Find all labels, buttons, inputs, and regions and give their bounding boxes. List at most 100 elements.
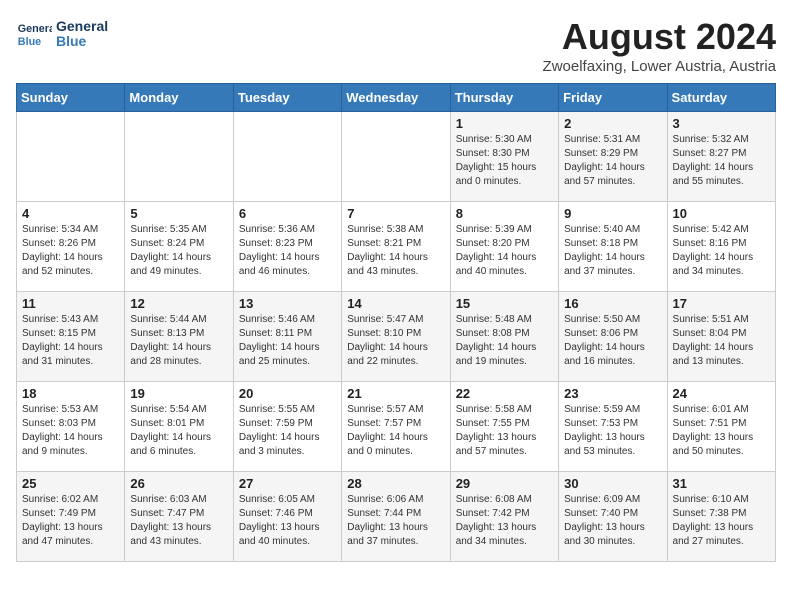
- calendar-table: SundayMondayTuesdayWednesdayThursdayFrid…: [16, 83, 776, 562]
- day-number: 5: [130, 206, 227, 221]
- day-info: Sunrise: 5:35 AM Sunset: 8:24 PM Dayligh…: [130, 223, 227, 279]
- day-number: 11: [22, 296, 119, 311]
- weekday-header: Tuesday: [233, 84, 341, 112]
- day-info: Sunrise: 5:51 AM Sunset: 8:04 PM Dayligh…: [673, 313, 770, 369]
- day-info: Sunrise: 6:06 AM Sunset: 7:44 PM Dayligh…: [347, 493, 444, 549]
- svg-text:Blue: Blue: [18, 36, 41, 48]
- day-number: 30: [564, 476, 661, 491]
- day-info: Sunrise: 5:46 AM Sunset: 8:11 PM Dayligh…: [239, 313, 336, 369]
- day-info: Sunrise: 6:03 AM Sunset: 7:47 PM Dayligh…: [130, 493, 227, 549]
- day-number: 24: [673, 386, 770, 401]
- calendar-cell: 8 Sunrise: 5:39 AM Sunset: 8:20 PM Daylig…: [450, 202, 558, 292]
- calendar-cell: 25 Sunrise: 6:02 AM Sunset: 7:49 PM Dayli…: [17, 472, 125, 562]
- day-number: 8: [456, 206, 553, 221]
- day-info: Sunrise: 6:01 AM Sunset: 7:51 PM Dayligh…: [673, 403, 770, 459]
- day-info: Sunrise: 5:39 AM Sunset: 8:20 PM Dayligh…: [456, 223, 553, 279]
- logo-blue: Blue: [56, 34, 108, 49]
- day-info: Sunrise: 5:40 AM Sunset: 8:18 PM Dayligh…: [564, 223, 661, 279]
- day-info: Sunrise: 5:43 AM Sunset: 8:15 PM Dayligh…: [22, 313, 119, 369]
- weekday-header: Monday: [125, 84, 233, 112]
- calendar-cell: [17, 112, 125, 202]
- day-info: Sunrise: 5:36 AM Sunset: 8:23 PM Dayligh…: [239, 223, 336, 279]
- calendar-cell: 10 Sunrise: 5:42 AM Sunset: 8:16 PM Dayli…: [667, 202, 775, 292]
- calendar-cell: 23Sunrise: 5:59 AM Sunset: 7:53 PM Dayli…: [559, 382, 667, 472]
- logo: General Blue General Blue: [16, 16, 108, 52]
- calendar-cell: 24 Sunrise: 6:01 AM Sunset: 7:51 PM Dayli…: [667, 382, 775, 472]
- weekday-header: Wednesday: [342, 84, 450, 112]
- calendar-cell: 1Sunrise: 5:30 AM Sunset: 8:30 PM Daylig…: [450, 112, 558, 202]
- location-title: Zwoelfaxing, Lower Austria, Austria: [543, 58, 776, 75]
- day-number: 10: [673, 206, 770, 221]
- calendar-week-row: 1Sunrise: 5:30 AM Sunset: 8:30 PM Daylig…: [17, 112, 776, 202]
- calendar-cell: [342, 112, 450, 202]
- calendar-cell: 30Sunrise: 6:09 AM Sunset: 7:40 PM Dayli…: [559, 472, 667, 562]
- calendar-cell: 17Sunrise: 5:51 AM Sunset: 8:04 PM Dayli…: [667, 292, 775, 382]
- calendar-cell: 16Sunrise: 5:50 AM Sunset: 8:06 PM Dayli…: [559, 292, 667, 382]
- day-info: Sunrise: 5:31 AM Sunset: 8:29 PM Dayligh…: [564, 133, 661, 189]
- weekday-header: Saturday: [667, 84, 775, 112]
- calendar-cell: 31Sunrise: 6:10 AM Sunset: 7:38 PM Dayli…: [667, 472, 775, 562]
- day-info: Sunrise: 5:42 AM Sunset: 8:16 PM Dayligh…: [673, 223, 770, 279]
- calendar-cell: 12 Sunrise: 5:44 AM Sunset: 8:13 PM Dayli…: [125, 292, 233, 382]
- calendar-cell: 19 Sunrise: 5:54 AM Sunset: 8:01 PM Dayli…: [125, 382, 233, 472]
- day-number: 20: [239, 386, 336, 401]
- title-block: August 2024 Zwoelfaxing, Lower Austria, …: [543, 16, 776, 75]
- day-number: 27: [239, 476, 336, 491]
- weekday-header: Sunday: [17, 84, 125, 112]
- day-info: Sunrise: 6:10 AM Sunset: 7:38 PM Dayligh…: [673, 493, 770, 549]
- calendar-cell: 20 Sunrise: 5:55 AM Sunset: 7:59 PM Dayli…: [233, 382, 341, 472]
- day-number: 3: [673, 116, 770, 131]
- calendar-cell: 29 Sunrise: 6:08 AM Sunset: 7:42 PM Dayli…: [450, 472, 558, 562]
- calendar-cell: 9 Sunrise: 5:40 AM Sunset: 8:18 PM Daylig…: [559, 202, 667, 292]
- day-info: Sunrise: 5:47 AM Sunset: 8:10 PM Dayligh…: [347, 313, 444, 369]
- day-info: Sunrise: 5:44 AM Sunset: 8:13 PM Dayligh…: [130, 313, 227, 369]
- calendar-cell: 22Sunrise: 5:58 AM Sunset: 7:55 PM Dayli…: [450, 382, 558, 472]
- calendar-cell: 13Sunrise: 5:46 AM Sunset: 8:11 PM Dayli…: [233, 292, 341, 382]
- calendar-cell: 3 Sunrise: 5:32 AM Sunset: 8:27 PM Daylig…: [667, 112, 775, 202]
- calendar-cell: 6 Sunrise: 5:36 AM Sunset: 8:23 PM Daylig…: [233, 202, 341, 292]
- calendar-cell: 2 Sunrise: 5:31 AM Sunset: 8:29 PM Daylig…: [559, 112, 667, 202]
- day-info: Sunrise: 5:54 AM Sunset: 8:01 PM Dayligh…: [130, 403, 227, 459]
- calendar-cell: [233, 112, 341, 202]
- day-number: 28: [347, 476, 444, 491]
- day-number: 29: [456, 476, 553, 491]
- day-info: Sunrise: 5:50 AM Sunset: 8:06 PM Dayligh…: [564, 313, 661, 369]
- calendar-cell: 27 Sunrise: 6:05 AM Sunset: 7:46 PM Dayli…: [233, 472, 341, 562]
- day-number: 19: [130, 386, 227, 401]
- day-number: 18: [22, 386, 119, 401]
- calendar-cell: 14 Sunrise: 5:47 AM Sunset: 8:10 PM Dayli…: [342, 292, 450, 382]
- day-info: Sunrise: 5:55 AM Sunset: 7:59 PM Dayligh…: [239, 403, 336, 459]
- day-number: 12: [130, 296, 227, 311]
- day-number: 25: [22, 476, 119, 491]
- day-number: 22: [456, 386, 553, 401]
- day-number: 26: [130, 476, 227, 491]
- calendar-cell: 21Sunrise: 5:57 AM Sunset: 7:57 PM Dayli…: [342, 382, 450, 472]
- day-info: Sunrise: 5:53 AM Sunset: 8:03 PM Dayligh…: [22, 403, 119, 459]
- day-info: Sunrise: 5:48 AM Sunset: 8:08 PM Dayligh…: [456, 313, 553, 369]
- day-number: 14: [347, 296, 444, 311]
- calendar-cell: 5 Sunrise: 5:35 AM Sunset: 8:24 PM Daylig…: [125, 202, 233, 292]
- day-number: 2: [564, 116, 661, 131]
- day-info: Sunrise: 5:57 AM Sunset: 7:57 PM Dayligh…: [347, 403, 444, 459]
- calendar-week-row: 11 Sunrise: 5:43 AM Sunset: 8:15 PM Dayli…: [17, 292, 776, 382]
- day-number: 6: [239, 206, 336, 221]
- day-info: Sunrise: 5:32 AM Sunset: 8:27 PM Dayligh…: [673, 133, 770, 189]
- day-info: Sunrise: 5:38 AM Sunset: 8:21 PM Dayligh…: [347, 223, 444, 279]
- day-number: 7: [347, 206, 444, 221]
- day-info: Sunrise: 6:08 AM Sunset: 7:42 PM Dayligh…: [456, 493, 553, 549]
- calendar-week-row: 18 Sunrise: 5:53 AM Sunset: 8:03 PM Dayli…: [17, 382, 776, 472]
- page-header: General Blue General Blue August 2024 Zw…: [16, 16, 776, 75]
- calendar-cell: 11 Sunrise: 5:43 AM Sunset: 8:15 PM Dayli…: [17, 292, 125, 382]
- day-number: 23: [564, 386, 661, 401]
- svg-text:General: General: [18, 23, 52, 35]
- day-number: 4: [22, 206, 119, 221]
- day-info: Sunrise: 6:02 AM Sunset: 7:49 PM Dayligh…: [22, 493, 119, 549]
- day-number: 9: [564, 206, 661, 221]
- logo-icon: General Blue: [16, 16, 52, 52]
- day-info: Sunrise: 6:05 AM Sunset: 7:46 PM Dayligh…: [239, 493, 336, 549]
- weekday-header: Friday: [559, 84, 667, 112]
- calendar-week-row: 4 Sunrise: 5:34 AM Sunset: 8:26 PM Daylig…: [17, 202, 776, 292]
- calendar-cell: 15Sunrise: 5:48 AM Sunset: 8:08 PM Dayli…: [450, 292, 558, 382]
- day-info: Sunrise: 5:34 AM Sunset: 8:26 PM Dayligh…: [22, 223, 119, 279]
- calendar-cell: 7 Sunrise: 5:38 AM Sunset: 8:21 PM Daylig…: [342, 202, 450, 292]
